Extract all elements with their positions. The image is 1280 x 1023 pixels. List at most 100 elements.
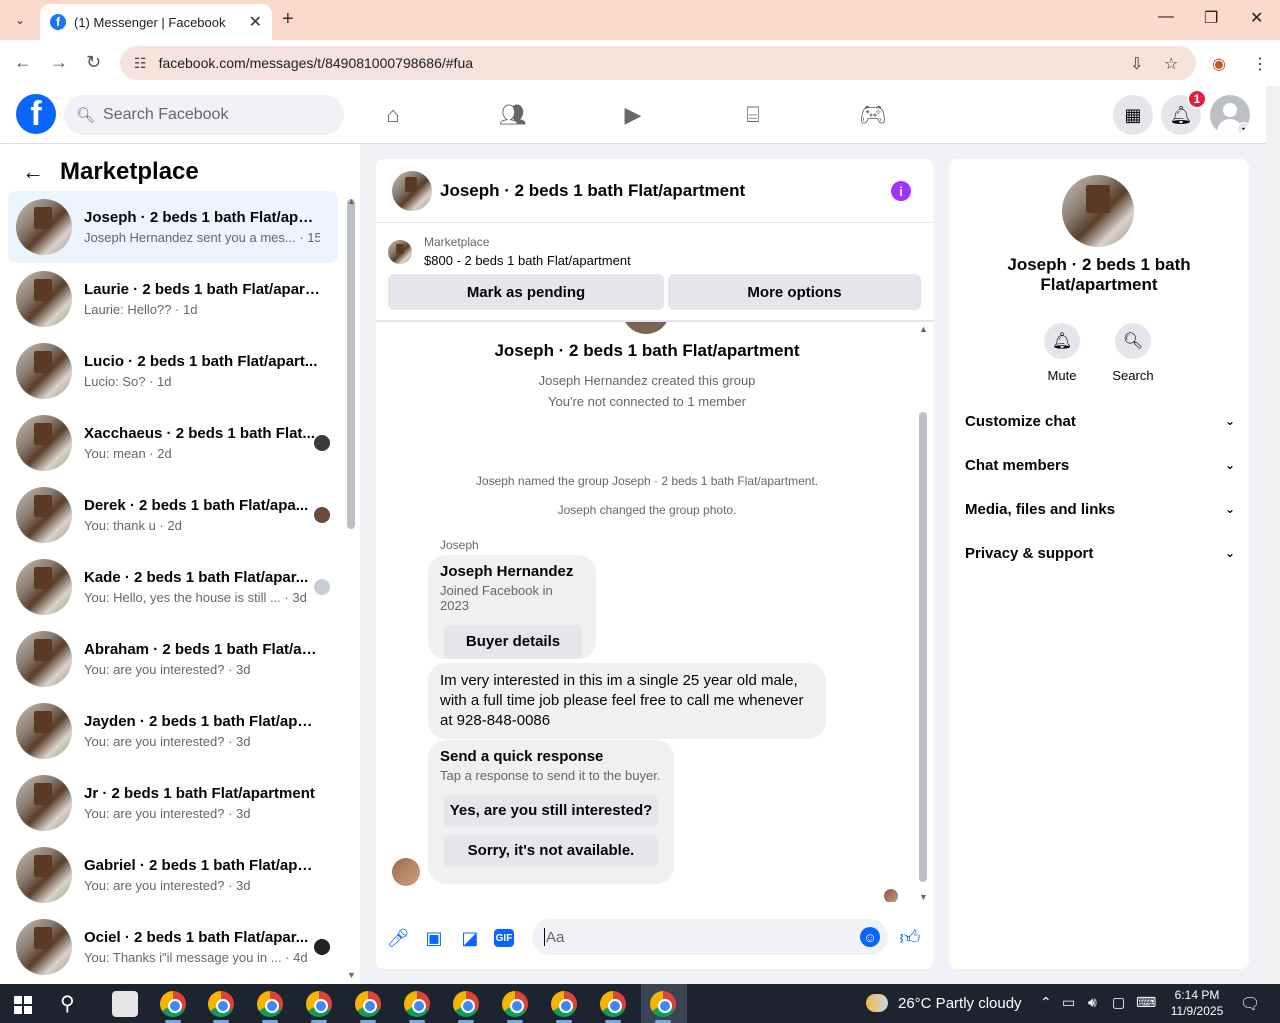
- menu-grid-icon[interactable]: ▦: [1113, 95, 1153, 135]
- chat-scroll-up-icon[interactable]: ▲: [919, 324, 928, 334]
- marketplace-icon[interactable]: ⌸: [740, 102, 766, 128]
- conversation-item[interactable]: Joseph · 2 beds 1 bath Flat/apart... Jose…: [8, 191, 338, 263]
- chrome-taskbar-icon[interactable]: [551, 991, 577, 1017]
- quick-response-yes-button[interactable]: Yes, are you still interested?: [444, 795, 658, 827]
- conversation-item[interactable]: Abraham · 2 beds 1 bath Flat/ap... You: a…: [8, 623, 338, 695]
- quick-response-no-button[interactable]: Sorry, it's not available.: [444, 835, 658, 867]
- video-icon[interactable]: ▶: [620, 102, 646, 128]
- page-scrollbar[interactable]: [1266, 86, 1280, 984]
- search-chat-button[interactable]: 🔍︎ Search: [1103, 323, 1163, 383]
- buyer-details-button[interactable]: Buyer details: [444, 625, 582, 659]
- start-windows-icon[interactable]: [14, 996, 32, 1014]
- conversation-avatar: [16, 343, 72, 399]
- notification-center-icon[interactable]: 🗨︎: [1240, 994, 1260, 1014]
- show-hidden-icons-icon[interactable]: ⌃: [1040, 994, 1052, 1011]
- browser-tab[interactable]: f (1) Messenger | Facebook ✕: [40, 4, 272, 40]
- chat-header[interactable]: Joseph · 2 beds 1 bath Flat/apartment i: [376, 159, 933, 223]
- restore-icon[interactable]: ❐: [1204, 8, 1218, 28]
- gaming-icon[interactable]: 🎮︎: [859, 102, 887, 128]
- chrome-taskbar-icon[interactable]: [404, 991, 430, 1017]
- forward-icon[interactable]: →: [50, 52, 68, 73]
- friends-icon[interactable]: 👥︎: [499, 102, 527, 128]
- profile-icon[interactable]: ◉: [1212, 54, 1226, 74]
- conversation-item[interactable]: Jayden · 2 beds 1 bath Flat/apart... You:…: [8, 695, 338, 767]
- home-icon[interactable]: ⌂: [380, 102, 406, 128]
- chrome-taskbar-icon[interactable]: [600, 991, 626, 1017]
- conversation-item[interactable]: Xacchaeus · 2 beds 1 bath Flat... You: me…: [8, 407, 338, 479]
- listing-banner[interactable]: Marketplace $800 - 2 beds 1 bath Flat/ap…: [388, 235, 631, 268]
- chrome-taskbar-icon[interactable]: [502, 991, 528, 1017]
- notifications-bell-icon[interactable]: 🔔︎ 1: [1161, 89, 1207, 135]
- conversation-preview: Lucio: So? · 1d: [84, 374, 172, 389]
- close-tab-icon[interactable]: ✕: [249, 12, 262, 32]
- media-files-links-row[interactable]: Media, files and links ⌄: [965, 487, 1235, 531]
- chat-scrollbar[interactable]: [919, 412, 927, 882]
- conversation-name: Laurie · 2 beds 1 bath Flat/apart...: [84, 281, 320, 298]
- chrome-taskbar-icon[interactable]: [257, 991, 283, 1017]
- close-window-icon[interactable]: ✕: [1250, 8, 1263, 28]
- privacy-support-row[interactable]: Privacy & support ⌄: [965, 531, 1235, 575]
- chrome-taskbar-icon[interactable]: [160, 991, 186, 1017]
- windows-taskbar: ⚲ 26°C Partly cloudy ⌃ ▭ 🔊︎ ▢ ⌨ 6:14 PM …: [0, 984, 1280, 1023]
- seen-avatar: [314, 507, 330, 523]
- account-avatar[interactable]: ▾: [1210, 95, 1250, 135]
- gif-icon[interactable]: GIF: [494, 929, 514, 947]
- customize-chat-row[interactable]: Customize chat ⌄: [965, 399, 1235, 443]
- meet-now-icon[interactable]: ▢: [1112, 994, 1125, 1011]
- minimize-icon[interactable]: —: [1158, 8, 1174, 26]
- back-icon[interactable]: ←: [14, 52, 32, 73]
- install-app-icon[interactable]: ⇩: [1130, 54, 1143, 74]
- conversation-item[interactable]: Jr · 2 beds 1 bath Flat/apartment You: ar…: [8, 767, 338, 839]
- conversation-item[interactable]: Kade · 2 beds 1 bath Flat/apar... You: He…: [8, 551, 338, 623]
- sticker-icon[interactable]: ◪: [458, 926, 482, 950]
- conversation-name: Joseph · 2 beds 1 bath Flat/apart...: [84, 209, 320, 226]
- chrome-taskbar-icon[interactable]: [306, 991, 332, 1017]
- new-tab-icon[interactable]: +: [282, 8, 294, 31]
- paint-app-icon[interactable]: [112, 991, 138, 1017]
- search-icon: 🔍︎: [76, 107, 96, 124]
- conversation-item[interactable]: Laurie · 2 beds 1 bath Flat/apart... Laur…: [8, 263, 338, 335]
- conversation-item[interactable]: Lucio · 2 beds 1 bath Flat/apart... Lucio…: [8, 335, 338, 407]
- conversation-preview: You: Hello, yes the house is still ... ·…: [84, 590, 307, 605]
- conversation-item[interactable]: Derek · 2 beds 1 bath Flat/apa... You: th…: [8, 479, 338, 551]
- info-icon[interactable]: i: [891, 181, 911, 201]
- bookmark-star-icon[interactable]: ☆: [1164, 54, 1178, 74]
- tab-search-chevron-icon[interactable]: ⌄: [8, 8, 32, 32]
- back-arrow-icon[interactable]: ←: [22, 159, 44, 185]
- scroll-down-icon[interactable]: ▼: [347, 970, 356, 980]
- sidebar-scrollbar[interactable]: [347, 199, 355, 529]
- taskbar-search-icon[interactable]: ⚲: [60, 991, 75, 1016]
- conversation-item[interactable]: Gabriel · 2 beds 1 bath Flat/apar... You:…: [8, 839, 338, 911]
- taskbar-clock[interactable]: 6:14 PM 11/9/2025: [1162, 987, 1232, 1019]
- chevron-down-icon: ⌄: [1224, 458, 1235, 472]
- url-field[interactable]: ☷ facebook.com/messages/t/84908100079868…: [120, 46, 1196, 80]
- chrome-taskbar-icon[interactable]: [355, 991, 381, 1017]
- thumbs-up-icon[interactable]: 👍︎: [898, 926, 922, 950]
- facebook-search-input[interactable]: 🔍︎ Search Facebook: [64, 95, 344, 135]
- chrome-taskbar-icon[interactable]: [650, 991, 676, 1017]
- message-input[interactable]: Aa ☺: [532, 919, 888, 955]
- reload-icon[interactable]: ↻: [86, 52, 101, 73]
- conversation-item[interactable]: Ociel · 2 beds 1 bath Flat/apar... You: T…: [8, 911, 338, 983]
- weather-widget[interactable]: 26°C Partly cloudy: [866, 994, 1022, 1012]
- photo-icon[interactable]: ▣: [422, 926, 446, 950]
- menu-kebab-icon[interactable]: ⋮: [1252, 54, 1268, 74]
- volume-icon[interactable]: 🔊︎: [1088, 994, 1097, 1011]
- microphone-icon[interactable]: 🎤︎: [386, 926, 410, 950]
- clock-date: 11/9/2025: [1170, 1004, 1224, 1018]
- emoji-icon[interactable]: ☺: [860, 927, 880, 947]
- mark-as-pending-button[interactable]: Mark as pending: [388, 274, 664, 310]
- chrome-taskbar-icon[interactable]: [453, 991, 479, 1017]
- more-options-button[interactable]: More options: [668, 274, 921, 310]
- mute-button[interactable]: 🔔︎ Mute: [1032, 323, 1092, 383]
- chat-panel: Joseph · 2 beds 1 bath Flat/apartment i …: [376, 159, 933, 969]
- network-icon[interactable]: ▭: [1062, 994, 1075, 1011]
- group-avatar: [622, 322, 670, 334]
- site-info-icon[interactable]: ☷: [134, 55, 147, 72]
- chat-scroll-down-icon[interactable]: ▼: [919, 892, 928, 902]
- keyboard-icon[interactable]: ⌨: [1136, 994, 1156, 1011]
- facebook-logo-icon[interactable]: f: [16, 94, 56, 134]
- chrome-taskbar-icon[interactable]: [208, 991, 234, 1017]
- scroll-up-icon[interactable]: ▲: [347, 196, 356, 206]
- chat-members-row[interactable]: Chat members ⌄: [965, 443, 1235, 487]
